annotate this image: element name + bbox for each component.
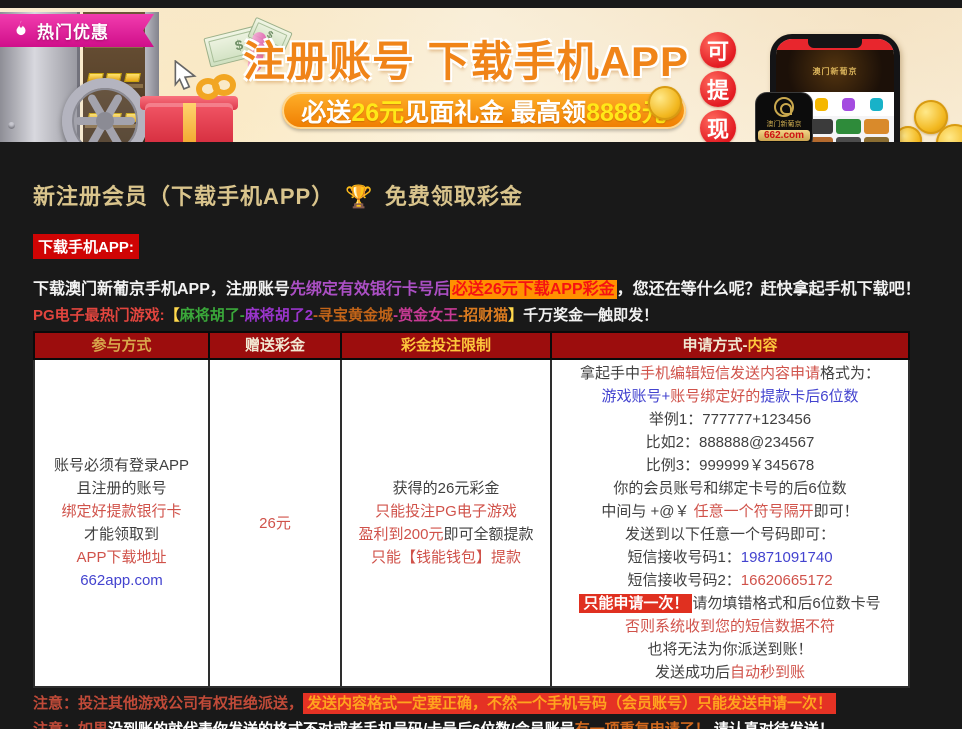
gift-box <box>145 103 233 142</box>
bonus-cell: 26元 <box>209 359 341 687</box>
gold-coin-icon <box>648 86 682 120</box>
download-app-label: 下载手机APP: <box>33 234 139 259</box>
phone-hero-banner: 澳门新葡京 <box>776 50 894 92</box>
brand-domain: 662.com <box>758 130 810 141</box>
withdraw-char: 可 <box>700 32 736 68</box>
note-line-1: 注意：投注其他游戏公司有权拒绝派送，发送内容格式一定要正确，不然一个手机号码（会… <box>33 693 929 714</box>
gift-bow-icon <box>196 74 236 106</box>
col-header-participation: 参与方式 <box>34 332 209 359</box>
table-body-row: 账号必须有登录APP且注册的账号绑定好提款银行卡才能领取到APP下载地址662a… <box>34 359 909 687</box>
hot-offers-label: 热门优惠 <box>37 18 109 43</box>
participation-cell: 账号必须有登录APP且注册的账号绑定好提款银行卡才能领取到APP下载地址662a… <box>34 359 209 687</box>
promo-table: 参与方式 赠送彩金 彩金投注限制 申请方式-内容 账号必须有登录APP且注册的账… <box>33 331 910 688</box>
trophy-icon: 🏆 <box>345 184 373 209</box>
app-download-link[interactable]: 662app.com <box>80 572 163 589</box>
cursor-arrow-icon <box>172 60 198 90</box>
phone-notch <box>808 39 862 48</box>
withdrawable-badge: 可 提 现 <box>700 32 736 142</box>
app-store-badge[interactable]: 澳门新葡京 662.com <box>755 92 813 142</box>
note-line-2: 注意：如果没到账的就代表你发送的格式不对或者手机号码/卡号后6位数/会员账号有一… <box>33 719 929 729</box>
brand-emblem-icon <box>774 97 794 117</box>
col-header-apply-method: 申请方式-内容 <box>551 332 909 359</box>
brand-name: 澳门新葡京 <box>767 119 802 129</box>
page-heading: 新注册会员（下载手机APP） 🏆 免费领取彩金 <box>33 179 929 211</box>
heading-text-post: 免费领取彩金 <box>385 184 523 209</box>
withdraw-char: 提 <box>700 71 736 107</box>
phone-hero-brand: 澳门新葡京 <box>813 66 858 77</box>
intro-text: 下载澳门新葡京手机APP，注册账号先绑定有效银行卡号后必送26元下载APP彩金，… <box>33 277 929 329</box>
promo-content: 新注册会员（下载手机APP） 🏆 免费领取彩金 下载手机APP: 下载澳门新葡京… <box>0 179 962 729</box>
col-header-bonus: 赠送彩金 <box>209 332 341 359</box>
hot-offers-badge: 热门优惠 <box>0 14 154 47</box>
withdraw-char: 现 <box>700 110 736 142</box>
bonus-pill: 必送26元见面礼金 最高领8888元 <box>282 92 686 129</box>
promo-banner[interactable]: $ $ 热门优惠 注册账号 下载手机APP 必送26元见面礼金 最高领8888元… <box>0 8 962 142</box>
wager-limit-cell: 获得的26元彩金只能投注PG电子游戏盈利到200元即可全额提款只能【钱能钱包】提… <box>341 359 551 687</box>
col-header-wager-limit: 彩金投注限制 <box>341 332 551 359</box>
banner-headline: 注册账号 下载手机APP <box>240 28 692 89</box>
table-header-row: 参与方式 赠送彩金 彩金投注限制 申请方式-内容 <box>34 332 909 359</box>
apply-method-cell: 拿起手中手机编辑短信发送内容申请格式为：游戏账号+账号绑定好的提款卡后6位数举例… <box>551 359 909 687</box>
heading-text-pre: 新注册会员（下载手机APP） <box>33 184 334 209</box>
flame-icon <box>12 19 30 42</box>
